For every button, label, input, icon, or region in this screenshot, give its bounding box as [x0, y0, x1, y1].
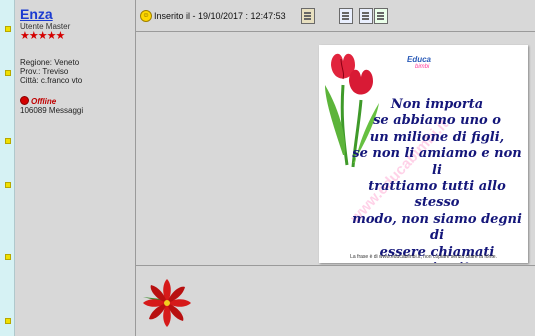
status-label: Offline [31, 97, 57, 106]
poinsettia-flower-icon [143, 279, 191, 327]
author-panel: Enza Utente Master ★★★★★ Regione: Veneto… [15, 0, 136, 336]
left-strip [0, 0, 15, 336]
strip-marker [5, 26, 11, 32]
author-name-link[interactable]: Enza [20, 6, 53, 22]
post-header: ☺ Inserito il - 19/10/2017 : 12:47:53 [136, 0, 535, 32]
educabimbi-logo: Educa bimbi [407, 55, 432, 70]
quote-icon[interactable] [359, 8, 373, 24]
strip-marker [5, 318, 11, 324]
quote-text: Non importa se abbiamo uno o un milione … [352, 97, 522, 263]
edit-icon[interactable] [339, 8, 353, 24]
post-timestamp: Inserito il - 19/10/2017 : 12:47:53 [154, 11, 286, 21]
offline-dot-icon [20, 96, 29, 105]
message-count: 106089 Messaggi [20, 106, 84, 115]
smiley-icon: ☺ [140, 10, 152, 22]
quote-image: Educa bimbi www.educabimbi.it Non import… [319, 45, 528, 263]
rank-stars-icon: ★★★★★ [20, 30, 65, 42]
strip-marker [5, 182, 11, 188]
signature-divider [136, 265, 535, 266]
strip-marker [5, 138, 11, 144]
online-status: Offline [20, 96, 56, 106]
author-city: Città: c.franco vto [20, 76, 83, 85]
strip-marker [5, 70, 11, 76]
author-region: Regione: Veneto [20, 58, 80, 67]
image-credit: La frase è di www.educabimbi.it, non cop… [350, 254, 497, 260]
strip-marker [5, 254, 11, 260]
author-province: Prov.: Treviso [20, 67, 69, 76]
profile-icon[interactable] [301, 8, 315, 24]
reply-icon[interactable] [374, 8, 388, 24]
